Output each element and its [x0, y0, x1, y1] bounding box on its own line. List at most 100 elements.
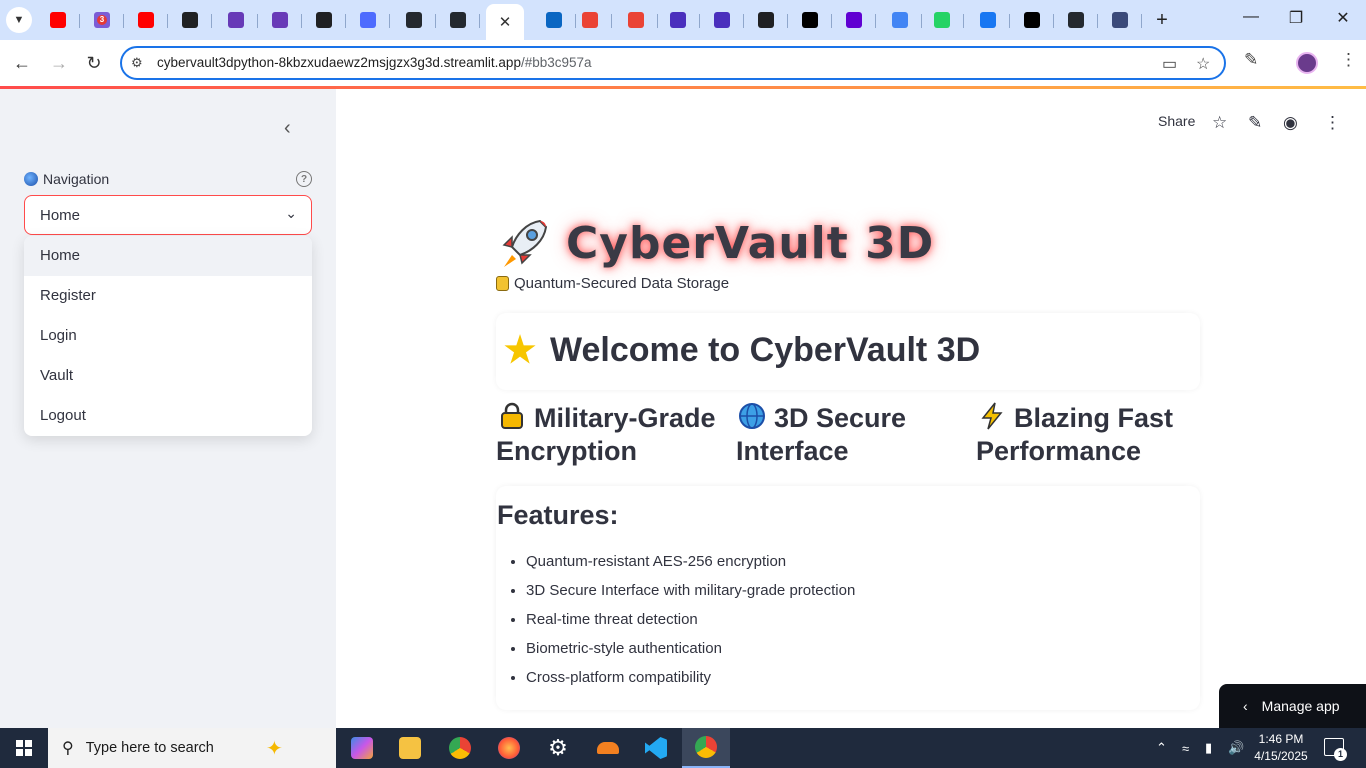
browser-tab[interactable]	[966, 6, 1010, 34]
profile-avatar[interactable]	[1296, 52, 1318, 74]
more-menu-icon[interactable]: ⋮	[1324, 113, 1341, 133]
hero-header: CyberVault 3D	[496, 215, 934, 271]
browser-tab[interactable]: ✕	[486, 4, 524, 40]
highlight-interface: 3D Secure Interface	[736, 401, 966, 468]
taskbar-vscode[interactable]	[632, 728, 680, 768]
taskbar-search[interactable]: ⚲ Type here to search ✦	[48, 728, 336, 768]
app-icon	[1112, 12, 1128, 28]
battery-icon[interactable]: ▮	[1205, 728, 1212, 768]
share-button[interactable]: Share	[1158, 113, 1195, 129]
taskbar-copilot[interactable]	[338, 728, 386, 768]
taskbar-chrome[interactable]	[436, 728, 484, 768]
reload-button[interactable]: ↻	[81, 50, 107, 76]
browser-toolbar: ← → ↻ ⚙ cybervault3dpython-8kbzxudaewz2m…	[0, 40, 1366, 86]
show-hidden-icons[interactable]: ⌃	[1156, 728, 1167, 768]
browser-tab[interactable]	[700, 6, 744, 34]
folder-icon	[399, 737, 421, 759]
browser-tab[interactable]	[614, 6, 658, 34]
browser-tab[interactable]: 3	[80, 6, 124, 34]
browser-tab[interactable]	[1010, 6, 1054, 34]
lightning-icon	[976, 401, 1008, 431]
browser-tab[interactable]	[36, 6, 80, 34]
browser-tab[interactable]	[656, 6, 700, 34]
navigation-select[interactable]: Home ⌄	[24, 195, 312, 235]
start-button[interactable]	[0, 728, 48, 768]
site-info-icon[interactable]: ⚙	[131, 55, 147, 71]
tab-separator	[611, 14, 612, 28]
browser-tab[interactable]	[346, 6, 390, 34]
browser-tab[interactable]	[124, 6, 168, 34]
option-home[interactable]: Home	[24, 236, 312, 276]
option-logout[interactable]: Logout	[24, 396, 312, 436]
taskbar-firefox[interactable]	[485, 728, 533, 768]
volume-icon[interactable]: 🔊	[1228, 728, 1244, 768]
tab-separator	[1141, 14, 1142, 28]
taskbar-cloudflare[interactable]	[584, 728, 632, 768]
taskbar-chrome-profile[interactable]	[682, 728, 730, 768]
highlight-line1: Military-Grade	[534, 403, 716, 433]
option-login[interactable]: Login	[24, 316, 312, 356]
tab-separator	[875, 14, 876, 28]
minimize-button[interactable]: —	[1228, 8, 1274, 26]
highlight-line2: Encryption	[496, 436, 638, 466]
manage-app-button[interactable]: ‹ Manage app	[1219, 684, 1366, 728]
option-register[interactable]: Register	[24, 276, 312, 316]
chrome-menu-icon[interactable]: ⋮	[1340, 50, 1357, 70]
taskbar-file-explorer[interactable]	[386, 728, 434, 768]
browser-tab[interactable]	[832, 6, 876, 34]
browser-tab[interactable]	[258, 6, 302, 34]
browser-tab[interactable]	[436, 6, 480, 34]
github-icon	[1068, 12, 1084, 28]
browser-tab[interactable]	[568, 6, 612, 34]
extensions-icon[interactable]: ✎	[1244, 50, 1258, 70]
address-bar[interactable]: ⚙ cybervault3dpython-8kbzxudaewz2msjgzx3…	[120, 46, 1226, 80]
gear-icon: ⚙	[548, 735, 568, 760]
install-app-icon[interactable]: ▭	[1162, 54, 1177, 74]
time: 1:46 PM	[1258, 732, 1304, 746]
bookmark-star-icon[interactable]: ☆	[1196, 54, 1210, 74]
github-icon	[450, 12, 466, 28]
rocket-icon	[502, 219, 548, 267]
globe-icon	[24, 172, 38, 186]
browser-tab[interactable]	[744, 6, 788, 34]
collapse-sidebar-icon[interactable]: ‹	[284, 117, 291, 140]
chrome-icon	[695, 736, 717, 758]
edit-icon[interactable]: ✎	[1248, 113, 1262, 133]
browser-tab[interactable]	[392, 6, 436, 34]
forward-button[interactable]: →	[46, 50, 72, 76]
browser-tab[interactable]	[878, 6, 922, 34]
option-vault[interactable]: Vault	[24, 356, 312, 396]
lock-icon	[496, 401, 528, 431]
firefox-icon	[498, 737, 520, 759]
browser-tab[interactable]	[214, 6, 258, 34]
selected-value: Home	[40, 207, 81, 224]
restore-button[interactable]: ❐	[1273, 8, 1319, 28]
back-button[interactable]: ←	[9, 50, 35, 76]
tiktok-icon	[802, 12, 818, 28]
browser-tab[interactable]	[302, 6, 346, 34]
tab-search-button[interactable]: ▼	[6, 7, 32, 33]
welcome-card: ★ Welcome to CyberVault 3D	[496, 313, 1200, 390]
browser-tab[interactable]	[168, 6, 212, 34]
star-icon[interactable]: ☆	[1212, 113, 1227, 133]
close-window-button[interactable]: ✕	[1320, 8, 1366, 28]
browser-tab[interactable]	[920, 6, 964, 34]
gmail-icon	[628, 12, 644, 28]
yahoo-icon	[846, 12, 862, 28]
help-icon[interactable]: ?	[296, 171, 312, 187]
highlight-line1: Blazing Fast	[1014, 403, 1174, 433]
chrome-icon	[449, 737, 471, 759]
github-icon[interactable]: ◉	[1283, 113, 1298, 133]
cloudflare-icon	[597, 742, 619, 754]
new-tab-button[interactable]: +	[1150, 8, 1174, 32]
taskbar-settings[interactable]: ⚙	[534, 728, 582, 768]
close-tab-icon[interactable]: ✕	[499, 13, 512, 31]
deepseek-icon	[360, 12, 376, 28]
sidebar: ‹ Navigation ? Home ⌄ Home Register Logi…	[0, 89, 336, 728]
browser-tab[interactable]	[788, 6, 832, 34]
clock[interactable]: 1:46 PM 4/15/2025	[1245, 731, 1317, 765]
feature-item: 3D Secure Interface with military-grade …	[526, 581, 855, 610]
browser-tab[interactable]	[1054, 6, 1098, 34]
network-icon[interactable]: ≈	[1182, 728, 1189, 768]
browser-tab[interactable]	[1098, 6, 1142, 34]
